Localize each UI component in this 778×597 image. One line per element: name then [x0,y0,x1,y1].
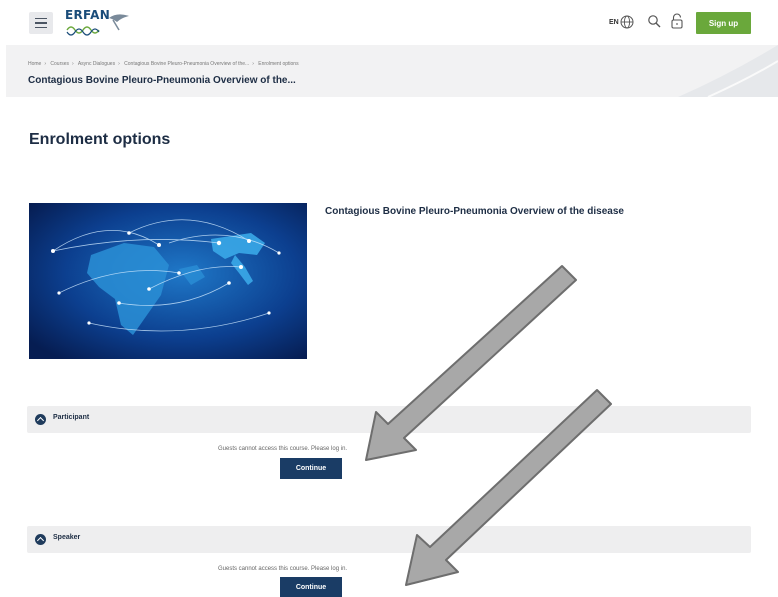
continue-button[interactable]: Continue [280,458,342,479]
search-icon[interactable] [647,14,662,29]
section-label: Speaker [53,534,81,541]
menu-icon[interactable] [29,12,53,34]
chevron-up-icon[interactable] [35,414,46,425]
section-speaker-header[interactable]: Speaker [27,526,751,553]
globe-icon[interactable] [620,15,634,29]
continue-button[interactable]: Continue [280,577,342,597]
breadcrumb-courses[interactable]: Courses [50,61,69,67]
course-image [29,203,307,359]
course-full-title: Contagious Bovine Pleuro-Pneumonia Overv… [325,206,624,217]
guest-access-message: Guests cannot access this course. Please… [218,566,348,572]
breadcrumb-separator: › [44,61,47,67]
lock-icon[interactable] [670,13,684,29]
breadcrumb-separator: › [118,61,120,67]
logo-wave-icon [66,14,129,36]
breadcrumb-course[interactable]: Contagious Bovine Pleuro-Pneumonia Overv… [124,61,249,67]
page-header: Home › Courses › Async Dialogues › Contagio… [6,45,778,97]
chevron-up-icon[interactable] [35,534,46,545]
breadcrumb-current: Enrolment options [258,61,299,67]
course-title: Contagious Bovine Pleuro-Pneumonia Overv… [28,75,296,86]
language-label[interactable]: EN [609,19,619,26]
world-network-image [29,203,307,359]
section-participant-header[interactable]: Participant [27,406,751,433]
page-title: Enrolment options [29,131,171,148]
breadcrumb-async-dialogues[interactable]: Async Dialogues [78,61,115,67]
breadcrumb: Home › Courses › Async Dialogues › Contagio… [28,61,299,67]
section-label: Participant [53,414,90,421]
signup-button[interactable]: Sign up [696,12,751,34]
top-navbar: ERFAN EN Sign up [0,0,778,44]
breadcrumb-separator: › [72,61,74,67]
breadcrumb-home[interactable]: Home [28,61,41,67]
breadcrumb-separator: › [252,61,254,67]
guest-access-message: Guests cannot access this course. Please… [218,446,348,452]
site-logo[interactable]: ERFAN [65,8,135,36]
header-decoration [678,45,778,97]
